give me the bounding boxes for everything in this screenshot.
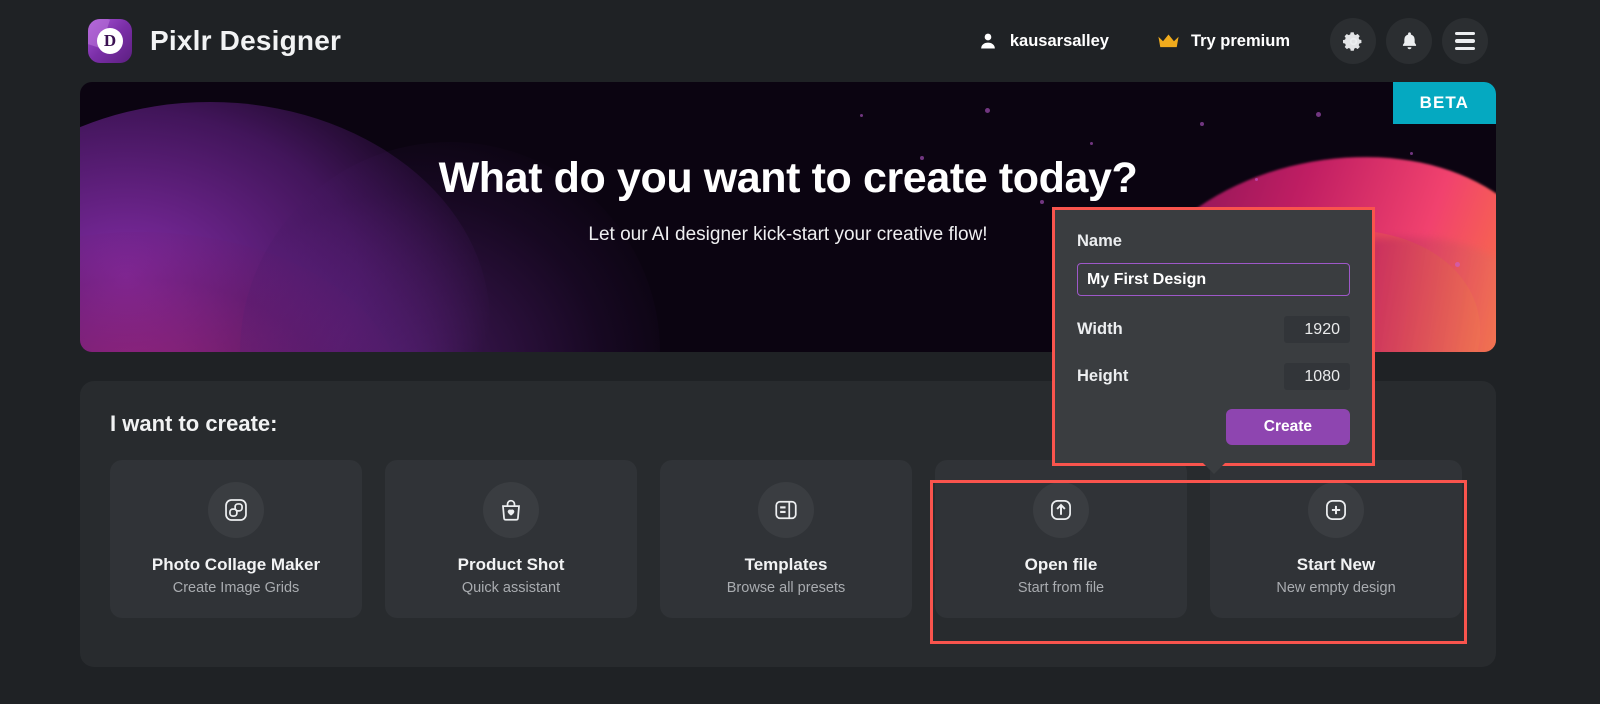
dialog-pointer-arrow bbox=[1202, 462, 1226, 474]
app-header: D Pixlr Designer kausarsalley Try premiu… bbox=[0, 0, 1600, 82]
card-start-new[interactable]: Start New New empty design bbox=[1210, 460, 1462, 618]
brand[interactable]: D Pixlr Designer bbox=[88, 19, 341, 63]
card-product-shot[interactable]: Product Shot Quick assistant bbox=[385, 460, 637, 618]
hamburger-menu-icon bbox=[1455, 32, 1475, 50]
card-title: Product Shot bbox=[458, 555, 565, 575]
height-row: Height 1080 bbox=[1077, 363, 1350, 390]
card-title: Templates bbox=[745, 555, 828, 575]
plus-square-icon bbox=[1323, 497, 1349, 523]
crown-icon bbox=[1157, 32, 1180, 50]
height-label: Height bbox=[1077, 367, 1128, 386]
layout-panels-icon bbox=[773, 497, 799, 523]
height-input[interactable]: 1080 bbox=[1284, 363, 1350, 390]
card-subtitle: Create Image Grids bbox=[173, 580, 300, 596]
upload-arrow-icon bbox=[1048, 497, 1074, 523]
person-icon bbox=[978, 31, 998, 51]
try-premium-button[interactable]: Try premium bbox=[1157, 32, 1290, 51]
width-row: Width 1920 bbox=[1077, 316, 1350, 343]
header-actions: kausarsalley Try premium bbox=[978, 18, 1488, 64]
settings-button[interactable] bbox=[1330, 18, 1376, 64]
collage-icon bbox=[223, 497, 249, 523]
create-options-list: Photo Collage Maker Create Image Grids P… bbox=[110, 460, 1468, 618]
card-subtitle: Browse all presets bbox=[727, 580, 845, 596]
card-title: Open file bbox=[1025, 555, 1098, 575]
width-input[interactable]: 1920 bbox=[1284, 316, 1350, 343]
new-design-dialog: Name My First Design Width 1920 Height 1… bbox=[1055, 210, 1372, 463]
notifications-button[interactable] bbox=[1386, 18, 1432, 64]
card-templates[interactable]: Templates Browse all presets bbox=[660, 460, 912, 618]
card-subtitle: Start from file bbox=[1018, 580, 1104, 596]
card-photo-collage-maker[interactable]: Photo Collage Maker Create Image Grids bbox=[110, 460, 362, 618]
gear-icon bbox=[1342, 30, 1365, 53]
upload-arrow-icon-wrap bbox=[1033, 482, 1089, 538]
main-menu-button[interactable] bbox=[1442, 18, 1488, 64]
plus-square-icon-wrap bbox=[1308, 482, 1364, 538]
new-design-dialog-highlight: Name My First Design Width 1920 Height 1… bbox=[1052, 207, 1375, 466]
card-subtitle: Quick assistant bbox=[462, 580, 560, 596]
collage-icon-wrap bbox=[208, 482, 264, 538]
card-title: Photo Collage Maker bbox=[152, 555, 320, 575]
card-open-file[interactable]: Open file Start from file bbox=[935, 460, 1187, 618]
hero-title: What do you want to create today? bbox=[80, 154, 1496, 203]
shopping-bag-heart-icon-wrap bbox=[483, 482, 539, 538]
bell-icon bbox=[1399, 30, 1420, 52]
beta-badge: BETA bbox=[1393, 82, 1496, 124]
logo-letter: D bbox=[97, 28, 123, 54]
card-title: Start New bbox=[1297, 555, 1375, 575]
dialog-footer: Create bbox=[1077, 409, 1350, 445]
width-label: Width bbox=[1077, 320, 1123, 339]
create-button[interactable]: Create bbox=[1226, 409, 1350, 445]
design-name-value: My First Design bbox=[1087, 271, 1206, 289]
name-field-label: Name bbox=[1077, 232, 1350, 251]
app-title: Pixlr Designer bbox=[150, 25, 341, 57]
card-subtitle: New empty design bbox=[1276, 580, 1395, 596]
username-label: kausarsalley bbox=[1010, 32, 1109, 51]
premium-label: Try premium bbox=[1191, 32, 1290, 51]
pixlr-logo-icon: D bbox=[88, 19, 132, 63]
shopping-bag-heart-icon bbox=[498, 497, 524, 523]
design-name-input[interactable]: My First Design bbox=[1077, 263, 1350, 296]
user-account-button[interactable]: kausarsalley bbox=[978, 31, 1109, 51]
layout-panels-icon-wrap bbox=[758, 482, 814, 538]
